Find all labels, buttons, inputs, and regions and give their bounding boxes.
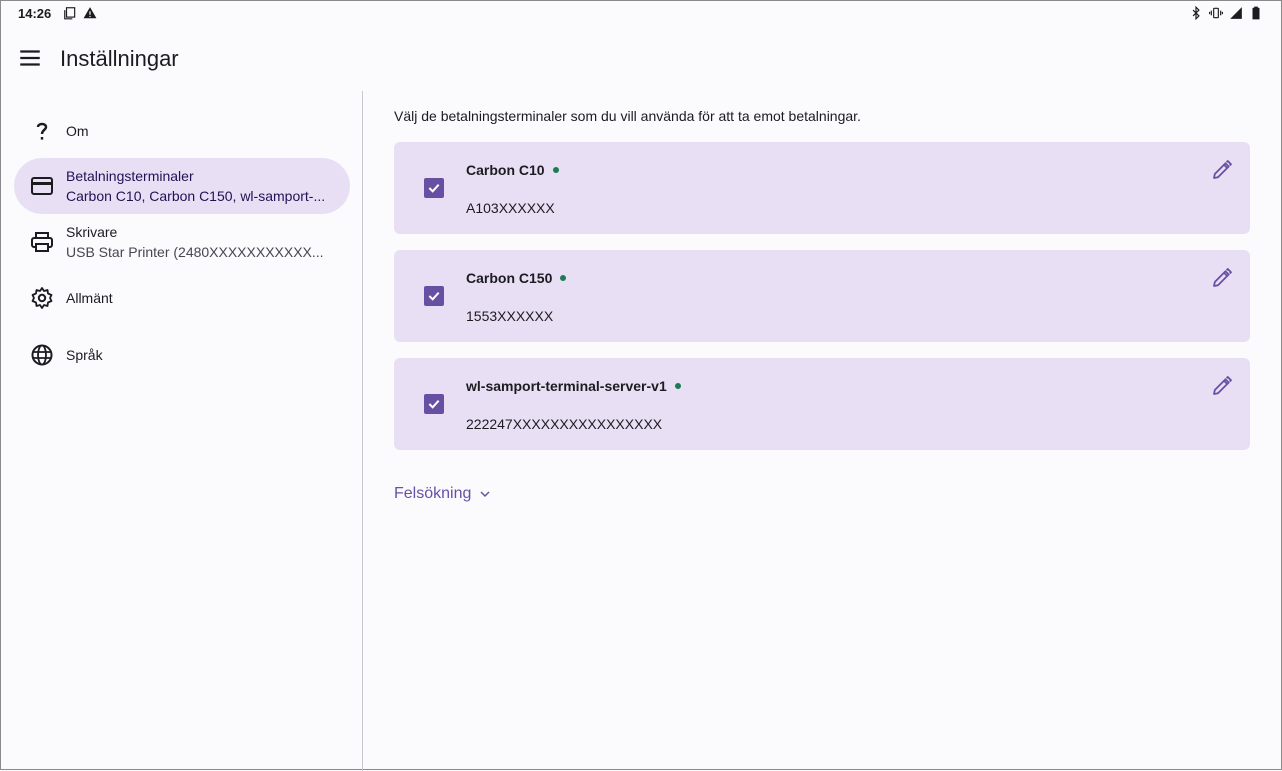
globe-icon [31,344,53,366]
terminal-card: wl-samport-terminal-server-v1 222247XXXX… [394,358,1250,450]
terminal-serial: 222247XXXXXXXXXXXXXXXX [466,416,663,432]
sidebar-item-label: Språk [66,347,103,363]
battery-icon [1252,6,1260,20]
terminal-card: Carbon C10 A103XXXXXX [394,142,1250,234]
terminal-checkbox[interactable] [424,178,444,198]
check-icon [428,183,440,193]
terminal-serial: A103XXXXXX [466,200,555,216]
terminal-serial: 1553XXXXXX [466,308,554,324]
menu-icon[interactable] [17,45,43,71]
terminal-name: Carbon C10 [466,162,545,178]
edit-icon[interactable] [1210,374,1234,398]
terminal-name: wl-samport-terminal-server-v1 [466,378,667,394]
sidebar-item-payment-terminals[interactable]: Betalningsterminaler Carbon C10, Carbon … [14,158,350,214]
sidebar-item-label: Skrivare [66,224,118,240]
sidebar-item-printer[interactable]: Skrivare USB Star Printer (2480XXXXXXXXX… [14,214,350,270]
intro-text: Välj de betalningsterminaler som du vill… [394,108,861,124]
status-online-dot [552,167,559,173]
check-icon [428,399,440,409]
edit-icon[interactable] [1210,266,1234,290]
terminal-checkbox[interactable] [424,286,444,306]
app-window: 14:26 Inställningar Om Betalningstermina… [0,0,1282,771]
terminal-checkbox[interactable] [424,394,444,414]
status-time: 14:26 [18,6,52,21]
terminal-name: Carbon C150 [466,270,553,286]
screenshot-icon [64,7,76,20]
warning-icon [83,7,97,19]
bluetooth-icon [1192,6,1200,20]
signal-icon [1230,7,1242,19]
check-icon [428,291,440,301]
edit-icon[interactable] [1210,158,1234,182]
status-online-dot [674,383,681,389]
troubleshoot-label: Felsökning [394,485,472,502]
terminal-name-row: Carbon C10 [466,162,559,178]
terminal-name-row: wl-samport-terminal-server-v1 [466,378,681,394]
sidebar-item-language[interactable]: Språk [14,327,350,383]
help-icon [36,122,48,140]
sidebar-item-general[interactable]: Allmänt [14,270,350,326]
sidebar-item-om[interactable]: Om [14,103,350,159]
main-content: Välj de betalningsterminaler som du vill… [363,89,1282,771]
status-bar: 14:26 [1,1,1281,27]
sidebar-item-label: Om [66,123,89,139]
sidebar-item-label: Allmänt [66,290,113,306]
sidebar-item-sublabel: Carbon C10, Carbon C150, wl-samport-... [66,188,326,204]
vibrate-icon [1209,7,1223,19]
troubleshoot-toggle[interactable]: Felsökning [394,485,493,503]
app-bar: Inställningar [1,27,1281,89]
sidebar-item-sublabel: USB Star Printer (2480XXXXXXXXXXX... [66,244,324,260]
sidebar: Om Betalningsterminaler Carbon C10, Carb… [1,89,362,771]
credit-card-icon [31,177,53,195]
sidebar-item-label: Betalningsterminaler [66,168,194,184]
terminal-card: Carbon C150 1553XXXXXX [394,250,1250,342]
status-online-dot [560,275,567,281]
printer-icon [31,232,53,252]
terminal-name-row: Carbon C150 [466,270,567,286]
page-title: Inställningar [60,46,179,71]
chevron-down-icon [480,491,490,498]
gear-icon [31,287,53,309]
